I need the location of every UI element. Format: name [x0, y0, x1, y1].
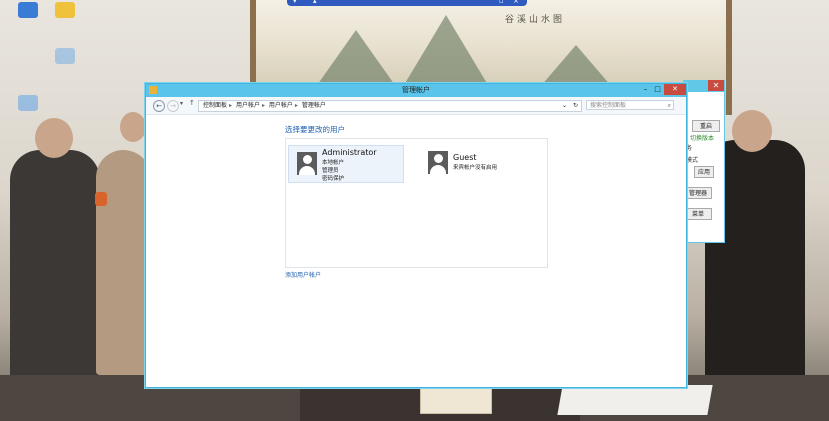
accounts-panel: Administrator 本地帐户 管理员 密码保护 Guest 来宾帐户没有… [285, 138, 548, 268]
painting-calligraphy: 谷溪山水图 [505, 15, 566, 25]
address-bar[interactable]: 控制面板 ▸ 用户帐户 ▸ 用户帐户 ▸ 管理帐户 ⌄ ↻ [198, 100, 582, 112]
switch-version-link[interactable]: 切换版本 [690, 133, 714, 142]
search-placeholder: 搜索控制面板 [590, 102, 627, 109]
desktop-file-icon[interactable] [95, 192, 107, 206]
desktop-computer-icon[interactable] [18, 2, 38, 18]
person-second-head [120, 112, 146, 142]
person-right-head [732, 110, 772, 152]
person-left [10, 150, 100, 380]
close-button[interactable]: ✕ [664, 84, 686, 95]
remote-session-bar[interactable]: ▾ ▴ ▫ × [287, 0, 527, 6]
manager-button[interactable]: 管理器 [684, 187, 712, 199]
user-avatar-icon [297, 152, 317, 175]
account-role: 管理员 [322, 168, 339, 174]
signal-icon: ▴ [313, 0, 317, 5]
person-left-head [35, 118, 73, 158]
account-status: 来宾帐户没有启用 [453, 165, 498, 171]
up-icon[interactable]: ↑ [189, 99, 195, 107]
add-user-account-link[interactable]: 添加用户帐户 [285, 270, 321, 279]
apply-button[interactable]: 应用 [694, 166, 714, 178]
address-dropdown-icon[interactable]: ⌄ [562, 101, 567, 111]
search-input[interactable]: 搜索控制面板 ⌕ [586, 100, 674, 110]
refresh-icon[interactable]: ↻ [573, 101, 578, 111]
minimize-button[interactable]: – [640, 84, 651, 95]
page-heading: 选择要更改的用户 [285, 125, 345, 134]
breadcrumb-user-accounts-2[interactable]: 用户帐户 [269, 102, 293, 109]
breadcrumb-manage-accounts[interactable]: 管理帐户 [302, 102, 326, 109]
forward-icon[interactable]: → [167, 100, 179, 112]
menu-button[interactable]: 菜单 [684, 208, 712, 220]
desktop-help-icon[interactable] [55, 2, 75, 18]
breadcrumb-control-panel[interactable]: 控制面板 [203, 102, 227, 109]
back-window-close-button[interactable]: ✕ [708, 80, 724, 91]
close-icon[interactable]: × [513, 0, 519, 5]
account-name: Guest [453, 153, 477, 162]
papers-on-table [557, 385, 713, 415]
window-title: 管理帐户 [402, 86, 430, 94]
account-password-status: 密码保护 [322, 176, 345, 182]
manage-accounts-window: 管理帐户 – □ ✕ ← → ▾ ↑ 控制面板 ▸ 用户帐户 ▸ 用户帐户 ▸ 管理帐… [145, 83, 687, 388]
title-bar[interactable]: 管理帐户 – □ ✕ [146, 84, 686, 97]
maximize-button[interactable]: □ [652, 84, 663, 95]
desktop-network-icon[interactable] [18, 95, 38, 111]
breadcrumb-user-accounts[interactable]: 用户帐户 [236, 102, 260, 109]
desktop-folder-icon[interactable] [55, 48, 75, 64]
back-icon[interactable]: ← [153, 100, 165, 112]
background-window[interactable]: ✕ 重启 切换版本 务 模式 应用 管理器 菜单 [683, 80, 725, 243]
restart-button[interactable]: 重启 [692, 120, 720, 132]
pin-icon[interactable]: ▾ [293, 0, 297, 5]
navigation-bar: ← → ▾ ↑ 控制面板 ▸ 用户帐户 ▸ 用户帐户 ▸ 管理帐户 ⌄ ↻ 搜索控制面… [146, 97, 686, 115]
account-name: Administrator [322, 148, 377, 157]
box-on-table [420, 388, 492, 414]
user-avatar-icon [428, 151, 448, 174]
person-second [96, 150, 151, 375]
account-type: 本地帐户 [322, 160, 345, 166]
account-tile-guest[interactable]: Guest 来宾帐户没有启用 [420, 145, 534, 181]
restore-icon[interactable]: ▫ [499, 0, 504, 5]
mode-label: 模式 [686, 157, 699, 164]
recent-pages-icon[interactable]: ▾ [180, 100, 183, 107]
search-icon[interactable]: ⌕ [668, 101, 671, 111]
account-tile-administrator[interactable]: Administrator 本地帐户 管理员 密码保护 [288, 145, 404, 183]
